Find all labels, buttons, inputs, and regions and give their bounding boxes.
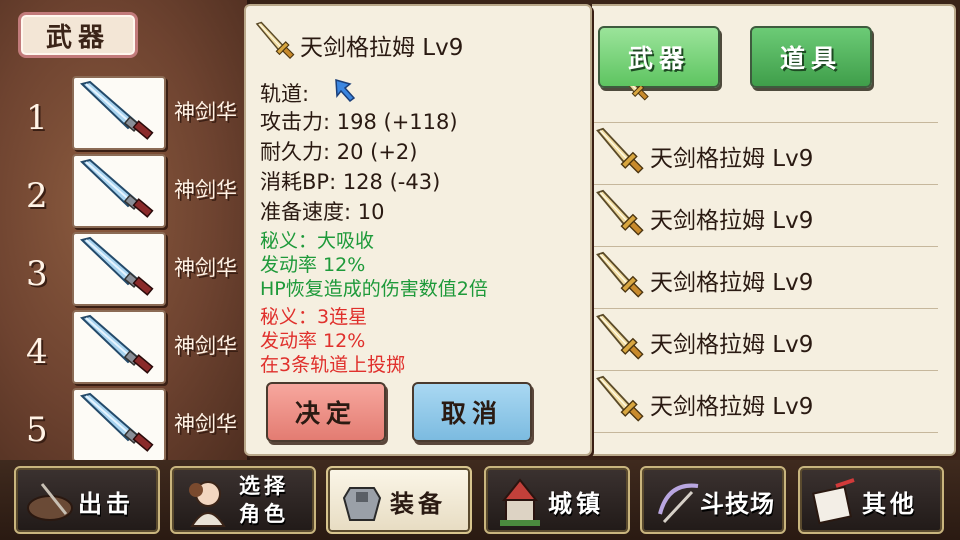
gold-sword-icon xyxy=(594,251,648,305)
list-item[interactable]: 天剑格拉姆 Lv9 xyxy=(592,308,938,370)
gold-sword-icon xyxy=(612,86,652,106)
list-item[interactable]: 天剑格拉姆 Lv9 xyxy=(592,122,938,184)
nav-label: 装备 xyxy=(390,490,446,518)
gold-sword-icon xyxy=(594,127,648,181)
track-arrow-icon xyxy=(335,78,356,102)
list-item-name: 天剑格拉姆 Lv9 xyxy=(650,394,814,420)
cancel-button[interactable]: 取消 xyxy=(412,382,532,442)
scythe-icon xyxy=(658,483,699,524)
tab-weapons[interactable]: 武器 xyxy=(598,26,720,88)
special-1-rate: 发动率 12% xyxy=(260,254,366,276)
list-item-name: 天剑格拉姆 Lv9 xyxy=(650,332,814,358)
armor-icon xyxy=(342,487,382,521)
confirm-button[interactable]: 决定 xyxy=(266,382,386,442)
list-item[interactable]: 天剑格拉姆 Lv9 xyxy=(592,184,938,246)
weapons-header: 武器 xyxy=(18,12,138,58)
special-1-name: 秘义：大吸收 xyxy=(260,230,375,252)
equipped-weapons-panel: 武器 1 神剑华 2 神剑华 3 神剑华 4 神剑华 5 神剑华 xyxy=(0,0,250,462)
gold-sword-icon xyxy=(594,189,648,243)
prep-speed-stat: 准备速度: 10 xyxy=(260,200,385,224)
ship-icon xyxy=(27,483,73,521)
castle-icon xyxy=(500,478,540,526)
list-item-name: 天剑格拉姆 Lv9 xyxy=(650,270,814,296)
list-item[interactable]: 天剑格拉姆 Lv9 xyxy=(592,246,938,308)
tab-items[interactable]: 道具 xyxy=(750,26,872,88)
inventory-list-panel: 武器 道具 天剑格拉姆 Lv9 天剑格拉姆 Lv9 天剑格拉姆 Lv9 天剑格拉… xyxy=(592,4,956,456)
slot-number: 4 xyxy=(26,332,48,372)
blue-sword-icon xyxy=(74,390,164,460)
weapon-slot-3[interactable]: 3 神剑华 xyxy=(0,232,250,308)
weapon-slot-4[interactable]: 4 神剑华 xyxy=(0,310,250,386)
weapon-slot-5[interactable]: 5 神剑华 xyxy=(0,388,250,464)
slot-weapon-name: 神剑华 xyxy=(174,412,237,436)
weapon-slot-box[interactable] xyxy=(72,154,166,228)
nav-label: 出击 xyxy=(78,490,134,518)
special-1-effect: HP恢复造成的伤害数值2倍 xyxy=(260,278,488,300)
special-2-effect: 在3条轨道上投掷 xyxy=(260,354,406,376)
nav-label: 选择 角色 xyxy=(239,474,289,526)
scroll-icon xyxy=(812,478,855,525)
durability-stat: 耐久力: 20 (+2) xyxy=(260,140,418,164)
weapon-slot-1[interactable]: 1 神剑华 xyxy=(0,76,250,152)
nav-other[interactable]: 其他 xyxy=(798,466,944,534)
track-label: 轨道: xyxy=(260,82,310,106)
slot-weapon-name: 神剑华 xyxy=(174,100,237,124)
weapon-slot-box[interactable] xyxy=(72,388,166,462)
weapon-slot-box[interactable] xyxy=(72,310,166,384)
gold-sword-icon xyxy=(594,313,648,367)
nav-town[interactable]: 城镇 xyxy=(484,466,630,534)
bottom-nav-bar: 出击 选择 角色 装备 城镇 斗技场 其他 xyxy=(0,460,960,540)
nav-label: 斗技场 xyxy=(700,490,775,518)
nav-label: 其他 xyxy=(862,490,918,518)
slot-weapon-name: 神剑华 xyxy=(174,178,237,202)
blue-sword-icon xyxy=(74,234,164,304)
slot-weapon-name: 神剑华 xyxy=(174,334,237,358)
blue-sword-icon xyxy=(74,78,164,148)
special-2-name: 秘义：3连星 xyxy=(260,306,368,328)
blue-sword-icon xyxy=(74,156,164,226)
bp-cost-stat: 消耗BP: 128 (-43) xyxy=(260,170,441,194)
list-item[interactable]: 天剑格拉姆 Lv9 xyxy=(592,370,938,432)
weapon-detail-popup: 天剑格拉姆 Lv9 轨道: 攻击力: 198 (+118) 耐久力: 20 (+… xyxy=(244,4,592,456)
blue-sword-icon xyxy=(74,312,164,382)
list-item-cut-off[interactable] xyxy=(592,432,938,454)
attack-stat: 攻击力: 198 (+118) xyxy=(260,110,458,134)
list-item-partial[interactable] xyxy=(592,86,938,120)
list-item-name: 天剑格拉姆 Lv9 xyxy=(650,208,814,234)
nav-equip[interactable]: 装备 xyxy=(326,466,472,534)
list-item-name: 天剑格拉姆 Lv9 xyxy=(650,146,814,172)
slot-number: 5 xyxy=(26,410,48,450)
gold-sword-icon xyxy=(254,16,298,70)
special-2-rate: 发动率 12% xyxy=(260,330,366,352)
gold-sword-icon xyxy=(594,375,648,429)
slot-number: 1 xyxy=(26,98,48,138)
weapon-slot-box[interactable] xyxy=(72,76,166,150)
nav-select-character[interactable]: 选择 角色 xyxy=(170,466,316,534)
character-icon xyxy=(189,481,226,527)
weapon-slot-2[interactable]: 2 神剑华 xyxy=(0,154,250,230)
nav-label: 城镇 xyxy=(548,490,604,518)
slot-number: 3 xyxy=(26,254,48,294)
nav-sortie[interactable]: 出击 xyxy=(14,466,160,534)
slot-number: 2 xyxy=(26,176,48,216)
weapon-slot-box[interactable] xyxy=(72,232,166,306)
weapon-title: 天剑格拉姆 Lv9 xyxy=(300,35,464,61)
nav-arena[interactable]: 斗技场 xyxy=(640,466,786,534)
slot-weapon-name: 神剑华 xyxy=(174,256,237,280)
